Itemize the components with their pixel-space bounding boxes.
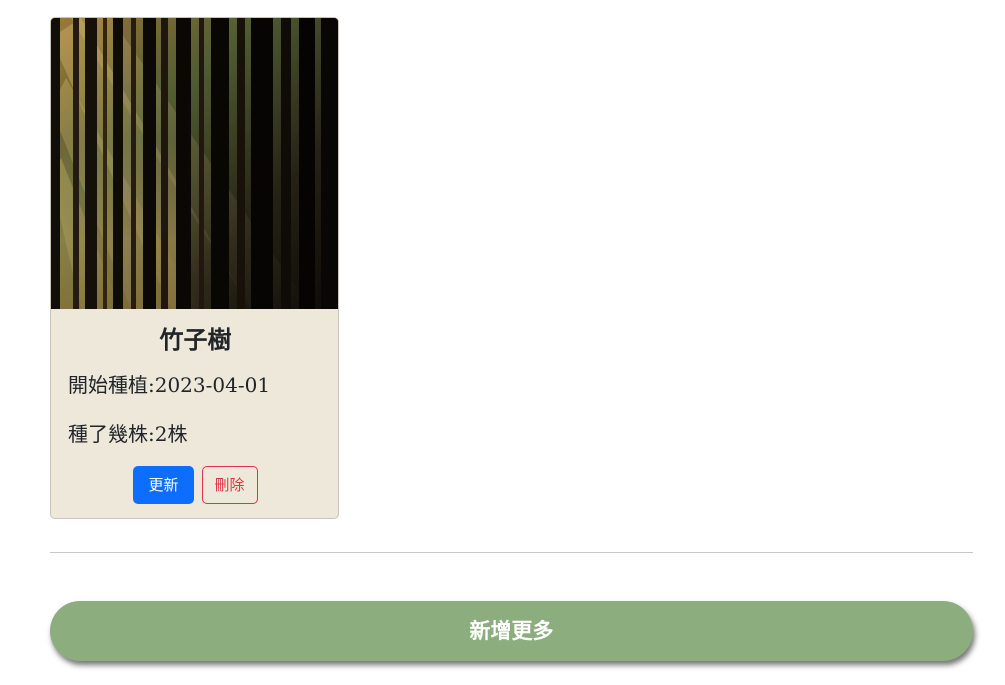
card-body: 竹子樹 開始種植:2023-04-01 種了幾株:2株 更新 刪除 [51,309,338,518]
start-date-text: 開始種植:2023-04-01 [68,373,271,397]
card-title: 竹子樹 [159,325,232,354]
update-button[interactable]: 更新 [133,466,194,504]
plant-count-text: 種了幾株:2株 [68,422,188,446]
divider [50,552,973,553]
delete-button[interactable]: 刪除 [201,466,258,504]
plant-card: 竹子樹 開始種植:2023-04-01 種了幾株:2株 更新 刪除 [50,17,339,519]
plant-image [51,18,338,309]
forest-sunbeams-photo [51,18,338,309]
card-actions: 更新 刪除 [51,466,338,504]
add-more-button[interactable]: 新增更多 [50,601,973,661]
